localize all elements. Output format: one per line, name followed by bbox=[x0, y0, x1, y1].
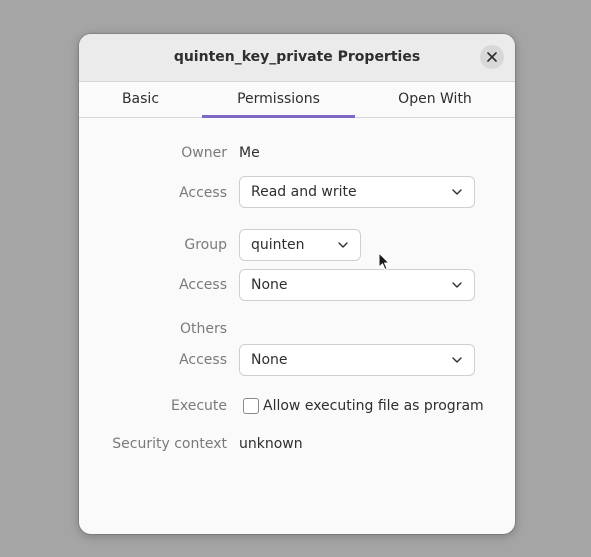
chevron-down-icon bbox=[452, 189, 462, 195]
security-context-value: unknown bbox=[239, 436, 303, 452]
group-label: Group bbox=[184, 237, 227, 253]
properties-dialog: quinten_key_private Properties Basic Per… bbox=[79, 34, 515, 534]
security-context-label: Security context bbox=[112, 436, 227, 452]
others-access-dropdown[interactable]: None bbox=[239, 344, 475, 376]
others-access-value: None bbox=[251, 352, 288, 368]
owner-label: Owner bbox=[181, 145, 227, 161]
group-value: quinten bbox=[251, 237, 305, 253]
tab-permissions[interactable]: Permissions bbox=[202, 82, 355, 118]
chevron-down-icon bbox=[338, 242, 348, 248]
titlebar: quinten_key_private Properties bbox=[79, 34, 515, 82]
owner-access-value: Read and write bbox=[251, 184, 357, 200]
execute-label: Execute bbox=[171, 398, 227, 414]
execute-checkbox[interactable] bbox=[243, 398, 259, 414]
chevron-down-icon bbox=[452, 357, 462, 363]
close-button[interactable] bbox=[480, 45, 504, 69]
others-access-label: Access bbox=[179, 352, 227, 368]
owner-access-dropdown[interactable]: Read and write bbox=[239, 176, 475, 208]
group-access-value: None bbox=[251, 277, 288, 293]
mouse-pointer-icon bbox=[378, 252, 390, 270]
close-icon bbox=[487, 52, 497, 62]
owner-value: Me bbox=[239, 145, 260, 161]
others-label: Others bbox=[179, 321, 227, 337]
window-title: quinten_key_private Properties bbox=[173, 49, 421, 65]
group-dropdown[interactable]: quinten bbox=[239, 229, 361, 261]
tab-basic[interactable]: Basic bbox=[79, 82, 202, 117]
group-access-dropdown[interactable]: None bbox=[239, 269, 475, 301]
tab-bar: Basic Permissions Open With bbox=[79, 82, 515, 118]
tab-open-with[interactable]: Open With bbox=[355, 82, 515, 117]
chevron-down-icon bbox=[452, 282, 462, 288]
execute-checkbox-label[interactable]: Allow executing file as program bbox=[263, 396, 484, 416]
group-access-label: Access bbox=[179, 277, 227, 293]
owner-access-label: Access bbox=[179, 185, 227, 201]
